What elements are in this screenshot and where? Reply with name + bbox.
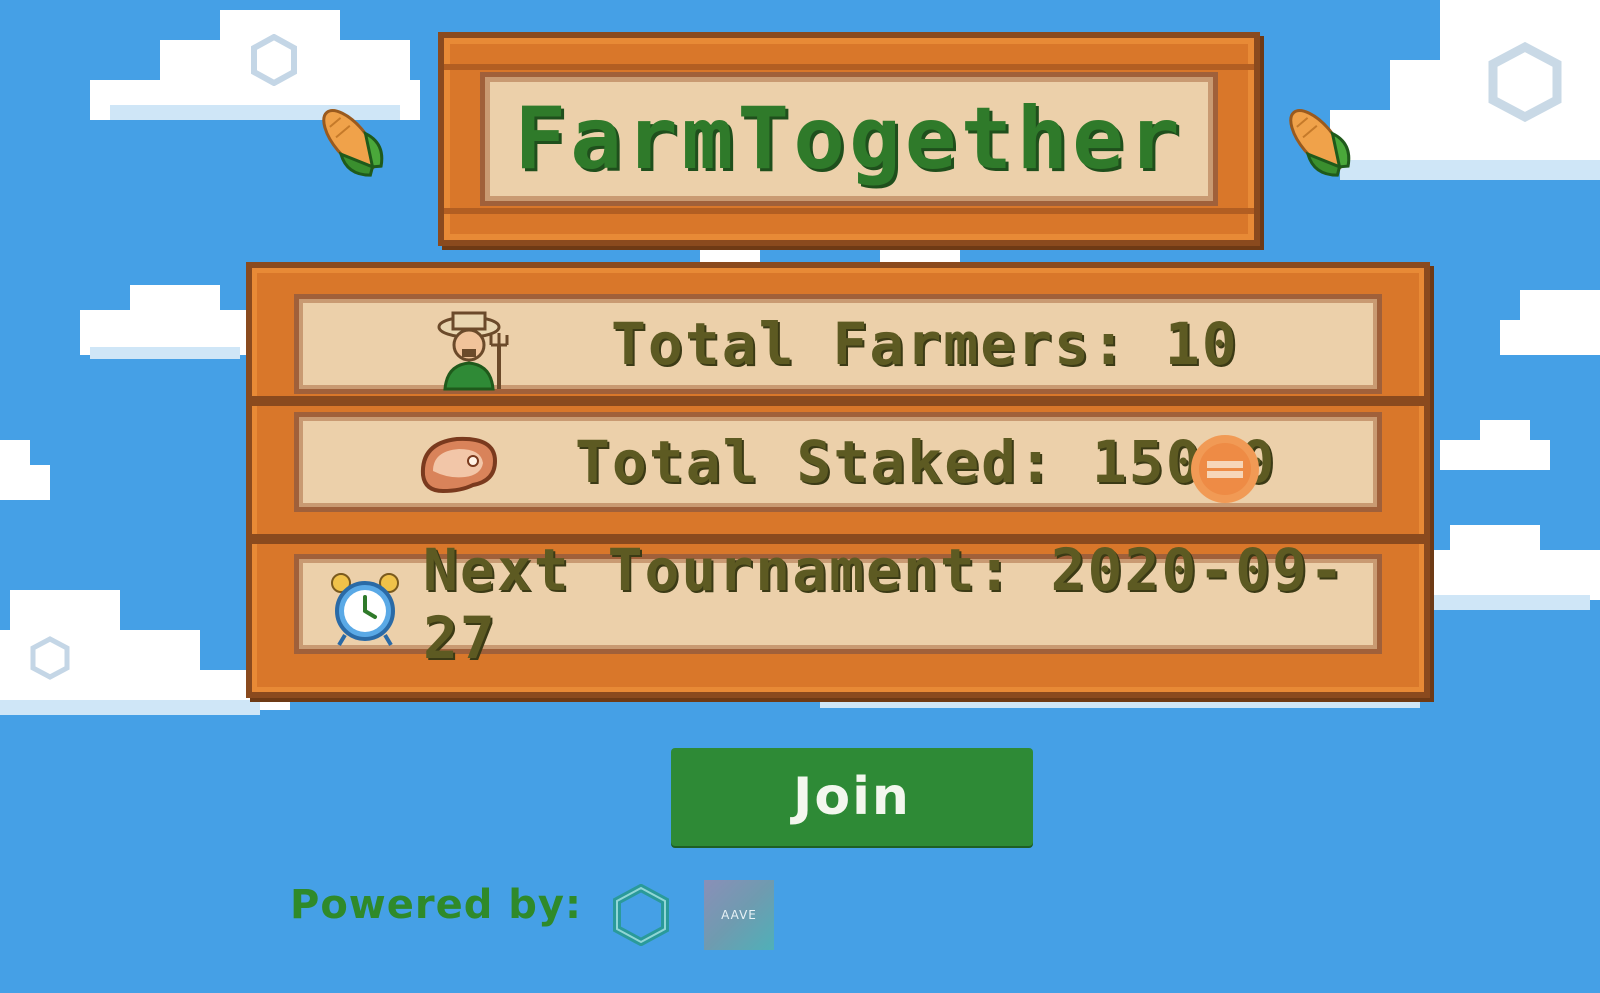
hexagon-watermark-icon bbox=[251, 34, 297, 86]
cloud-left-mid bbox=[80, 285, 250, 365]
total-staked-text: Total Staked: 15000 bbox=[575, 428, 1277, 496]
aave-logo[interactable]: AAVE bbox=[704, 880, 774, 950]
title-panel: FarmTogether bbox=[480, 72, 1218, 206]
board-divider bbox=[252, 396, 1424, 406]
hexagon-watermark-icon bbox=[30, 636, 70, 680]
alarm-clock-icon bbox=[331, 573, 399, 647]
title-sign: FarmTogether bbox=[438, 32, 1260, 246]
coin-icon bbox=[1191, 435, 1259, 503]
stat-row-total-staked: Total Staked: 15000 bbox=[294, 412, 1382, 512]
corn-icon bbox=[1289, 109, 1351, 177]
corn-icon bbox=[322, 109, 384, 177]
game-title: FarmTogether bbox=[514, 89, 1184, 189]
cloud-left-edge bbox=[0, 440, 50, 500]
next-tournament-text: Next Tournament: 2020-09-27 bbox=[423, 536, 1346, 672]
stat-row-next-tournament: Next Tournament: 2020-09-27 bbox=[294, 536, 1382, 672]
stat-row-total-farmers: Total Farmers: 10 bbox=[294, 294, 1382, 394]
cloud-bottom-right bbox=[1410, 525, 1600, 615]
meat-icon bbox=[420, 436, 498, 494]
cloud-right-small bbox=[1440, 420, 1550, 470]
join-button[interactable]: Join bbox=[671, 748, 1033, 846]
total-farmers-text: Total Farmers: 10 bbox=[611, 310, 1239, 378]
stats-board: Total Farmers: 10 Total Staked: 15000 Ne… bbox=[246, 262, 1430, 698]
cloud-right-mid bbox=[1500, 290, 1600, 360]
chainlink-logo[interactable] bbox=[610, 884, 672, 946]
hexagon-watermark-icon bbox=[1488, 42, 1562, 122]
farmer-icon bbox=[437, 311, 509, 391]
aave-logo-text: AAVE bbox=[721, 908, 757, 922]
powered-by-label: Powered by: bbox=[290, 882, 582, 928]
